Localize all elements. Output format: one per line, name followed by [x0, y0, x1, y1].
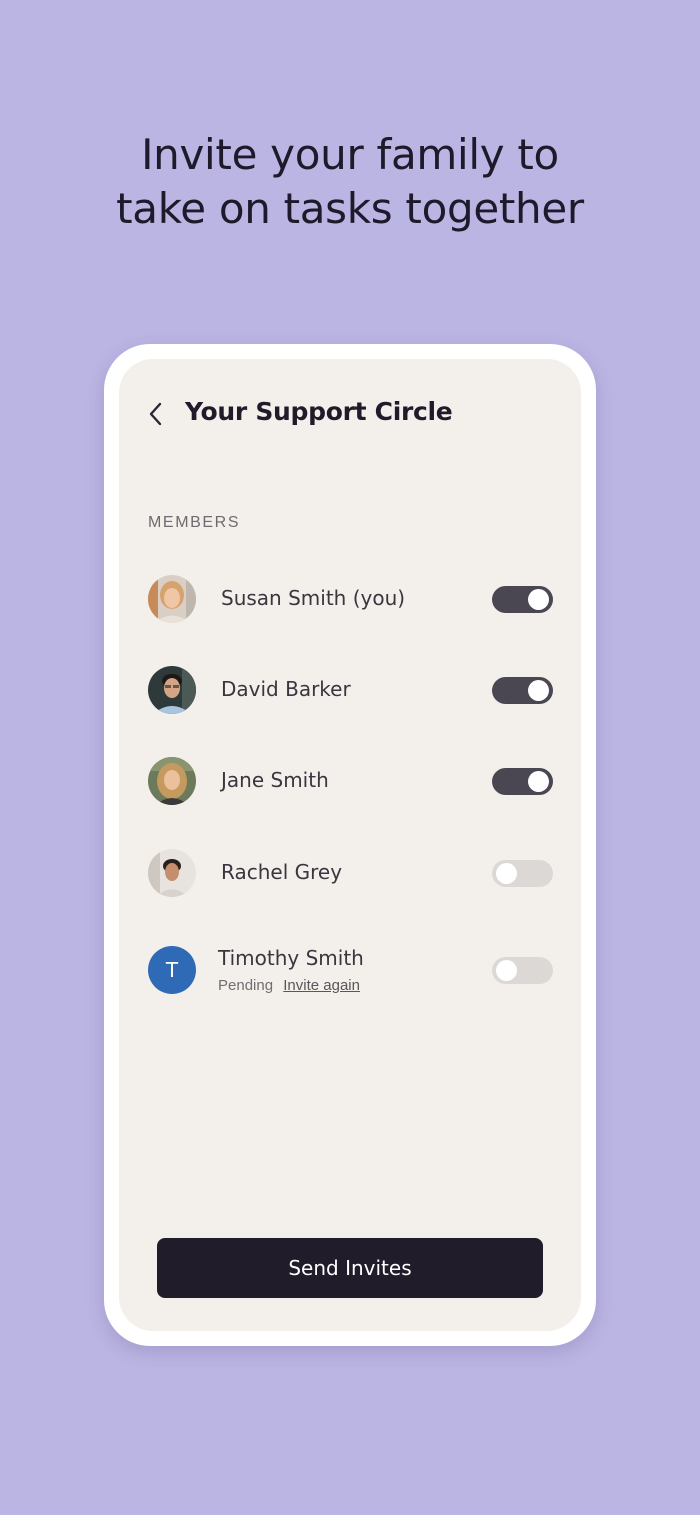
member-name: David Barker: [221, 677, 351, 701]
member-row-timothy-smith: T Timothy Smith Pending Invite again: [148, 946, 553, 996]
member-row-rachel-grey: Rachel Grey: [148, 849, 553, 899]
member-row-jane-smith: Jane Smith: [148, 757, 553, 807]
invite-again-link[interactable]: Invite again: [283, 977, 360, 994]
headline: Invite your family to take on tasks toge…: [0, 128, 700, 236]
toggle-knob: [528, 771, 549, 792]
phone-frame: Your Support Circle MEMBERS Susan Smith …: [104, 344, 596, 1346]
avatar: [148, 666, 196, 714]
member-toggle[interactable]: [492, 768, 553, 795]
avatar: [148, 849, 196, 897]
headline-line-1: Invite your family to: [141, 130, 559, 179]
send-invites-button[interactable]: Send Invites: [157, 1238, 543, 1298]
toggle-knob: [496, 960, 517, 981]
member-status: Pending Invite again: [218, 977, 360, 994]
member-name: Jane Smith: [221, 768, 329, 792]
member-name: Susan Smith (you): [221, 586, 406, 610]
toggle-knob: [528, 680, 549, 701]
member-name: Timothy Smith: [218, 946, 364, 970]
avatar: [148, 575, 196, 623]
toggle-knob: [496, 863, 517, 884]
member-row-david-barker: David Barker: [148, 666, 553, 716]
member-row-susan-smith: Susan Smith (you): [148, 575, 553, 625]
member-toggle[interactable]: [492, 677, 553, 704]
app-screen: Your Support Circle MEMBERS Susan Smith …: [119, 359, 581, 1331]
toggle-knob: [528, 589, 549, 610]
back-button[interactable]: [145, 399, 167, 429]
avatar: T: [148, 946, 196, 994]
member-toggle[interactable]: [492, 860, 553, 887]
chevron-left-icon: [149, 402, 162, 426]
member-toggle[interactable]: [492, 957, 553, 984]
page-title: Your Support Circle: [185, 397, 453, 426]
members-section-label: MEMBERS: [148, 514, 241, 531]
member-name: Rachel Grey: [221, 860, 343, 884]
member-toggle[interactable]: [492, 586, 553, 613]
pending-status-text: Pending: [218, 977, 274, 994]
avatar: [148, 757, 196, 805]
headline-line-2: take on tasks together: [116, 184, 584, 233]
